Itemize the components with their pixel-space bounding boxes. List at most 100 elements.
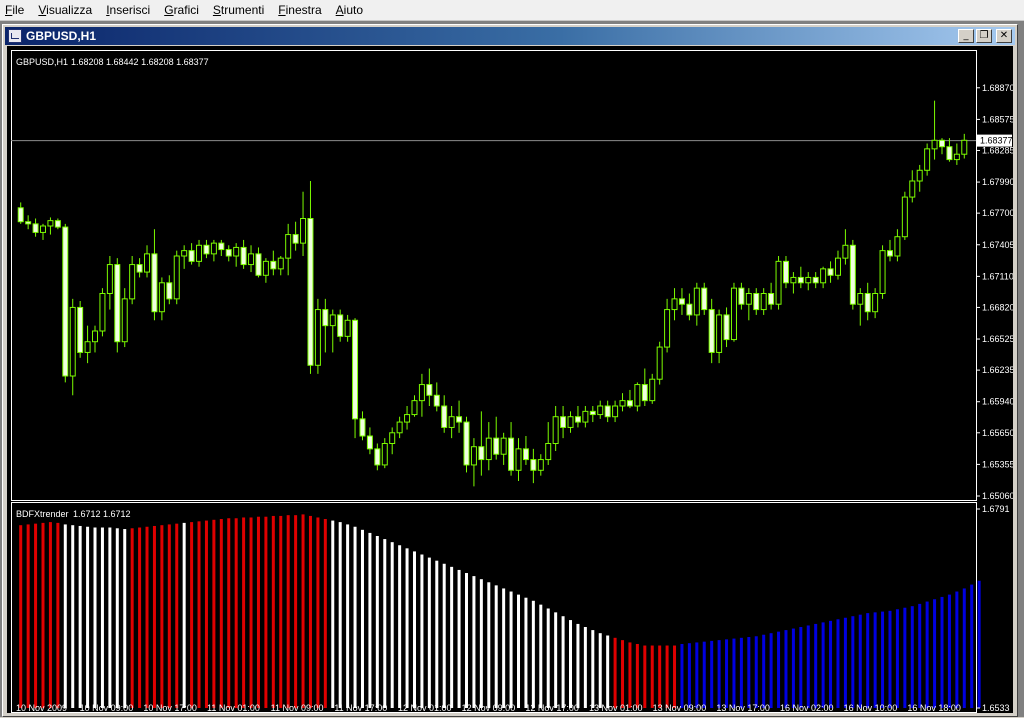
- candle: [77, 301, 84, 358]
- chart-window: GBPUSD,H1 _ ❐ ✕ 1.68870 1.68575 1.68285 1.6…: [2, 24, 1018, 717]
- time-axis-label: 16 Nov 02:00: [780, 703, 834, 713]
- histogram-bar: [48, 522, 52, 708]
- candle-body: [144, 253, 151, 273]
- candle-body: [240, 246, 247, 266]
- histogram-bar: [680, 643, 684, 708]
- candle: [381, 438, 388, 469]
- menu-finestra[interactable]: Finestra: [273, 3, 330, 17]
- candle: [916, 164, 923, 192]
- candle: [210, 239, 217, 262]
- histogram-bar: [546, 608, 550, 708]
- candle: [597, 400, 604, 419]
- window-titlebar[interactable]: GBPUSD,H1 _ ❐ ✕: [5, 27, 1015, 45]
- candle: [270, 250, 277, 276]
- candle: [864, 282, 871, 321]
- histogram-bar: [197, 521, 201, 708]
- candle: [218, 239, 225, 256]
- candle: [62, 223, 69, 383]
- candle: [760, 288, 767, 315]
- candle: [782, 256, 789, 289]
- chart-area[interactable]: 1.68870 1.68575 1.68285 1.67990 1.67700 1.674…: [7, 46, 1015, 717]
- candle-body: [864, 293, 871, 313]
- price-axis-label: 1.68870: [982, 83, 1013, 93]
- candle-body: [433, 394, 440, 407]
- candle-body: [619, 400, 626, 407]
- histogram-bar: [331, 520, 335, 708]
- minimize-button[interactable]: _: [958, 29, 974, 43]
- histogram-bar: [442, 563, 446, 708]
- price-pane-ohlc: 1.68208 1.68442 1.68208 1.68377: [71, 57, 209, 67]
- candle-body: [151, 253, 158, 313]
- candle-body: [285, 234, 292, 259]
- candle-body: [54, 220, 61, 228]
- candle: [716, 309, 723, 364]
- menu-hotkey: S: [212, 3, 221, 17]
- histogram-bar: [858, 614, 862, 708]
- chart-window-icon[interactable]: [8, 29, 22, 43]
- menu-aiuto[interactable]: Aiuto: [331, 3, 372, 17]
- candle: [32, 218, 39, 237]
- histogram-bar: [34, 523, 38, 708]
- current-price-label: 1.68377: [980, 136, 1013, 146]
- candle: [820, 266, 827, 289]
- candle-body: [322, 309, 329, 327]
- histogram-bar: [86, 526, 90, 708]
- candle-body: [396, 421, 403, 434]
- menu-inserisci[interactable]: Inserisci: [101, 3, 159, 17]
- candle-body: [961, 139, 968, 155]
- candle-body: [879, 250, 886, 294]
- menu-label-rest: isualizza: [46, 3, 93, 17]
- candle: [745, 288, 752, 321]
- candle: [931, 100, 938, 160]
- candle: [181, 245, 188, 269]
- menu-grafici[interactable]: Grafici: [159, 3, 208, 17]
- candle: [441, 395, 448, 433]
- candle-body: [121, 298, 128, 343]
- candle: [708, 298, 715, 364]
- time-axis-label: 11 Nov 09:00: [271, 703, 324, 713]
- histogram-bar: [814, 623, 818, 708]
- candle: [17, 202, 24, 224]
- candle: [329, 309, 336, 353]
- histogram-bar: [561, 616, 565, 708]
- candle: [478, 411, 485, 476]
- candle: [418, 373, 425, 417]
- histogram-bar: [175, 523, 179, 708]
- histogram-bar: [145, 526, 149, 708]
- candle-body: [181, 250, 188, 257]
- candle-body: [842, 244, 849, 259]
- histogram-bar: [375, 535, 379, 708]
- candle: [768, 282, 775, 310]
- candle: [389, 427, 396, 455]
- menu-visualizza[interactable]: Visualizza: [33, 3, 101, 17]
- candle: [314, 298, 321, 374]
- menu-strumenti[interactable]: Strumenti: [208, 3, 273, 17]
- candle-body: [797, 276, 804, 284]
- menu-file[interactable]: File: [0, 3, 33, 17]
- candle: [560, 406, 567, 439]
- candle-body: [522, 448, 529, 461]
- candle-body: [426, 384, 433, 396]
- histogram-bar: [19, 525, 23, 708]
- histogram-bar: [294, 515, 298, 708]
- time-axis-label: 10 Nov 09:00: [80, 703, 134, 713]
- candle: [47, 217, 54, 235]
- chart-svg[interactable]: 1.68870 1.68575 1.68285 1.67990 1.67700 1.674…: [7, 46, 1015, 717]
- candle: [114, 258, 121, 353]
- time-axis-label: 13 Nov 17:00: [716, 703, 770, 713]
- histogram-bar: [286, 515, 290, 708]
- histogram-bar: [509, 591, 513, 708]
- candle: [589, 406, 596, 423]
- histogram-bar: [160, 525, 164, 708]
- candle: [849, 239, 856, 310]
- candle: [901, 191, 908, 240]
- candle: [69, 298, 76, 396]
- restore-button[interactable]: ❐: [976, 29, 992, 43]
- candle: [686, 293, 693, 321]
- histogram-bar: [643, 645, 647, 708]
- candle: [909, 170, 916, 203]
- histogram-bar: [450, 566, 454, 708]
- close-button[interactable]: ✕: [996, 29, 1012, 43]
- candle-body: [225, 249, 232, 257]
- candle: [619, 393, 626, 412]
